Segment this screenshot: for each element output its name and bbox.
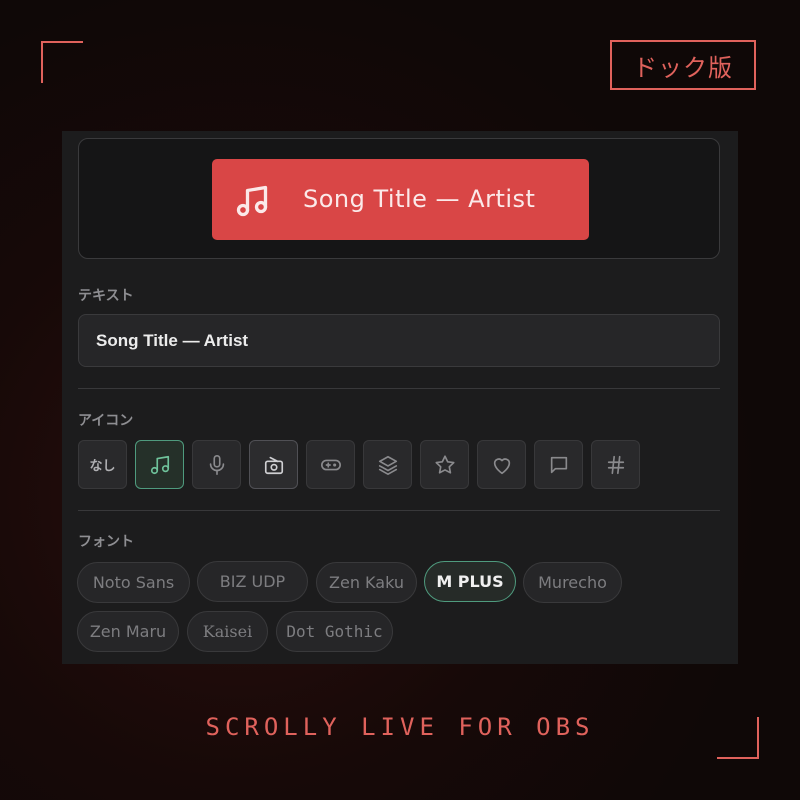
font-section-label: フォント: [78, 534, 134, 550]
font-chip-murecho[interactable]: Murecho: [523, 562, 622, 603]
icon-option-radio[interactable]: [249, 440, 298, 489]
now-playing-banner: Song Title — Artist: [212, 159, 589, 240]
chat-bubble-icon: [550, 456, 567, 473]
font-chip-biz-udp[interactable]: BIZ UDP: [197, 561, 308, 602]
icon-option-music[interactable]: [135, 440, 184, 489]
font-chip-dot-gothic[interactable]: Dot Gothic: [276, 611, 393, 652]
star-icon: [434, 454, 455, 474]
text-section-label: テキスト: [78, 288, 134, 304]
settings-panel: Song Title — Artist テキスト Song Title — Ar…: [62, 131, 738, 664]
microphone-icon: [209, 454, 224, 475]
preview-area: Song Title — Artist: [78, 138, 720, 259]
icon-option-star[interactable]: [420, 440, 469, 489]
icon-option-heart[interactable]: [477, 440, 526, 489]
divider: [78, 388, 720, 389]
layers-icon: [378, 455, 397, 475]
music-note-icon: [150, 455, 169, 474]
font-chip-kaisei[interactable]: Kaisei: [187, 611, 268, 652]
corner-bracket-top-left: [41, 41, 83, 83]
gamepad-icon: [320, 459, 341, 470]
icon-option-gamepad[interactable]: [306, 440, 355, 489]
dock-version-badge: ドック版: [610, 40, 756, 90]
font-chip-zen-maru[interactable]: Zen Maru: [77, 611, 179, 652]
text-input[interactable]: Song Title — Artist: [78, 314, 720, 367]
divider: [78, 510, 720, 511]
icon-option-hash[interactable]: [591, 440, 640, 489]
icon-option-layers[interactable]: [363, 440, 412, 489]
now-playing-text: Song Title — Artist: [303, 185, 536, 213]
icon-option-chat[interactable]: [534, 440, 583, 489]
icon-section-label: アイコン: [78, 413, 134, 429]
heart-icon: [493, 457, 510, 474]
font-chip-zen-kaku[interactable]: Zen Kaku: [316, 562, 417, 603]
font-chip-noto-sans[interactable]: Noto Sans: [77, 562, 190, 603]
music-note-icon: [236, 185, 268, 217]
hash-icon: [607, 455, 624, 474]
icon-option-none[interactable]: なし: [78, 440, 127, 489]
font-chip-m-plus[interactable]: M PLUS: [424, 561, 516, 602]
radio-icon: [264, 456, 283, 474]
footer-title: SCROLLY LIVE FOR OBS: [205, 713, 595, 741]
icon-option-microphone[interactable]: [192, 440, 241, 489]
icon-option-none-label: なし: [89, 459, 116, 474]
